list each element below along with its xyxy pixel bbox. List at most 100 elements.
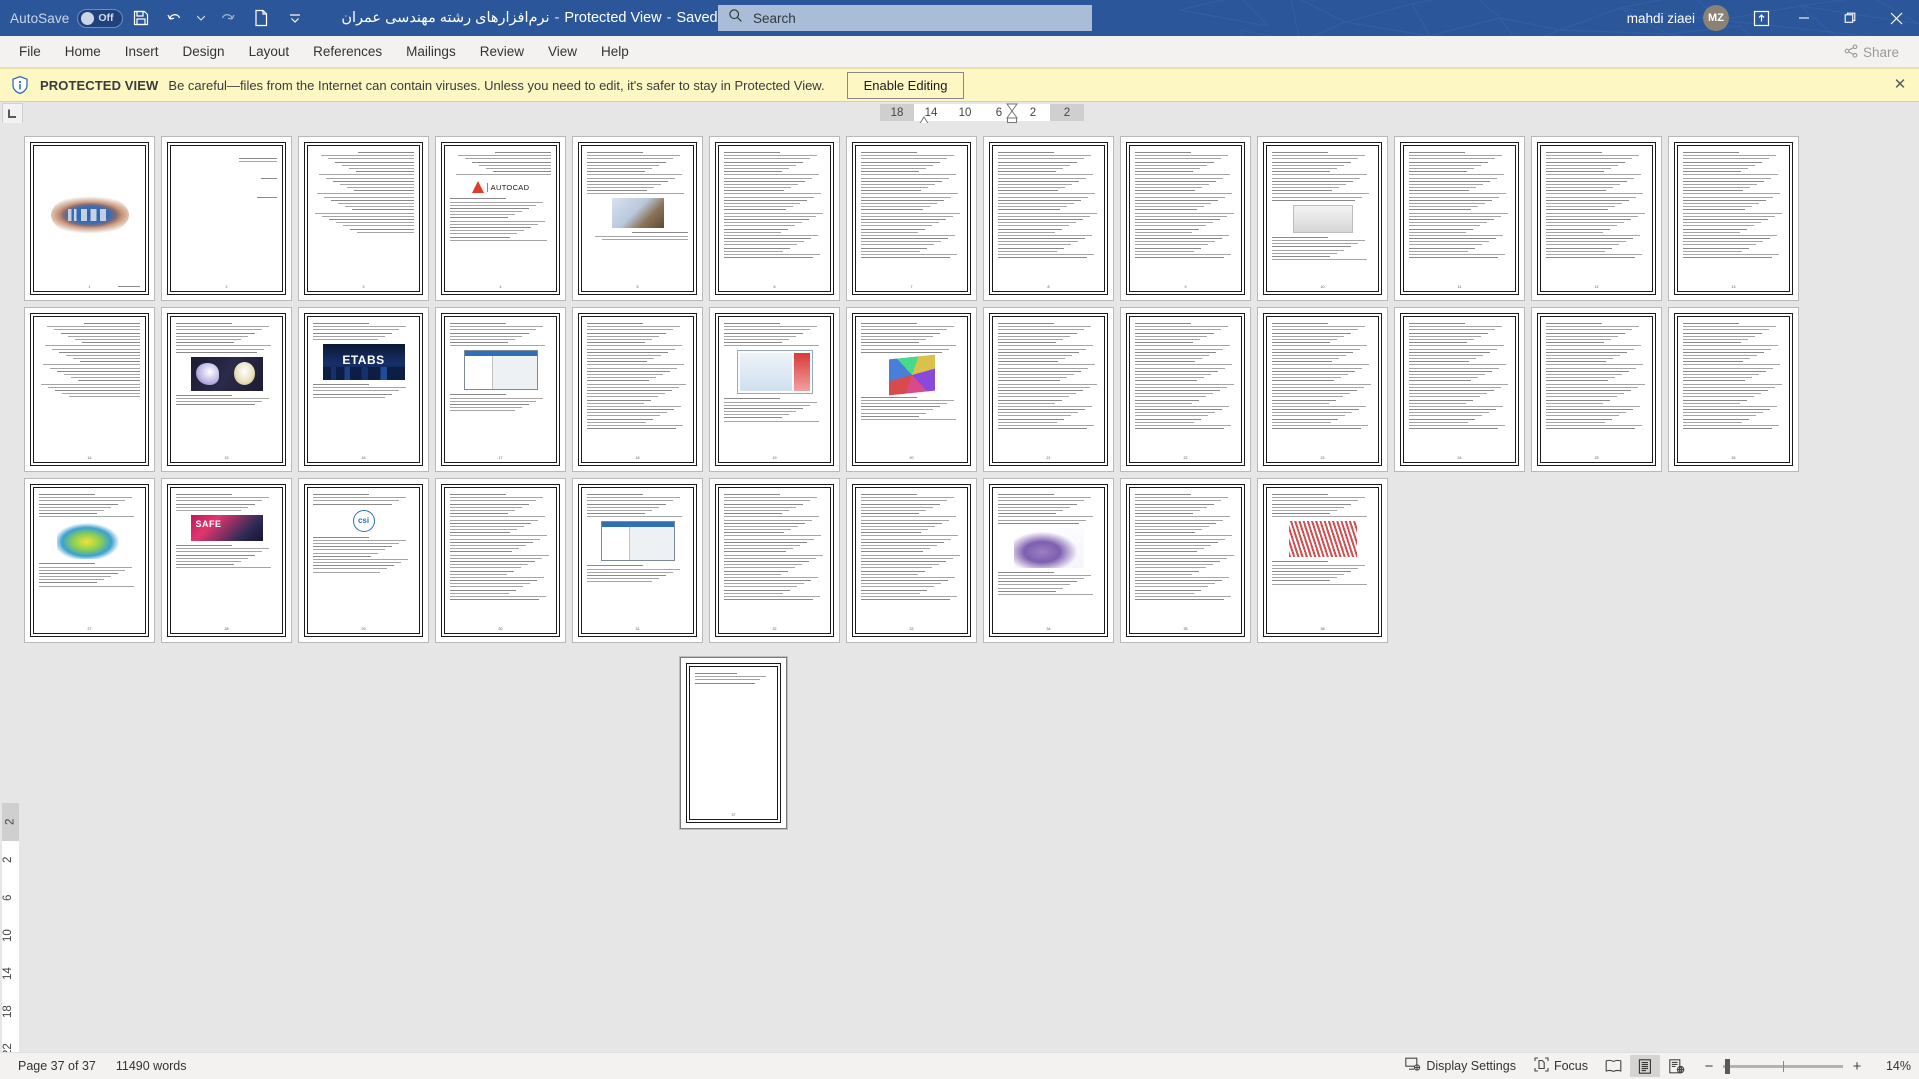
surface-plot-image	[190, 356, 263, 391]
page-thumbnail[interactable]: 36	[1257, 478, 1388, 643]
new-document-icon[interactable]	[245, 3, 277, 33]
redo-icon[interactable]	[211, 3, 243, 33]
tab-layout[interactable]: Layout	[238, 40, 301, 63]
page-thumbnail[interactable]: 31	[572, 478, 703, 643]
page-outer-border: 9	[1126, 142, 1245, 295]
page-thumbnail[interactable]: 34	[983, 478, 1114, 643]
tab-design[interactable]: Design	[172, 40, 236, 63]
read-mode-icon[interactable]	[1598, 1055, 1628, 1077]
page-number: 1	[88, 285, 91, 289]
page-thumbnail[interactable]: 1	[24, 136, 155, 301]
save-icon[interactable]	[125, 3, 157, 33]
page-thumbnail[interactable]: 7	[846, 136, 977, 301]
page-thumbnail[interactable]: 20	[846, 307, 977, 472]
tab-file[interactable]: File	[8, 40, 52, 63]
page-thumbnail[interactable]: 21	[983, 307, 1114, 472]
page-content: 9	[1129, 145, 1242, 292]
ruler-scale[interactable]: 14 10 6 2	[914, 104, 1050, 121]
focus-button[interactable]: Focus	[1526, 1054, 1596, 1078]
ruler-scale[interactable]: 2 6 10 14 18 22	[2, 841, 19, 1052]
display-settings-button[interactable]: Display Settings	[1397, 1054, 1524, 1078]
page-thumbnail[interactable]: 12	[1531, 136, 1662, 301]
page-thumbnail[interactable]: 11	[1394, 136, 1525, 301]
zoom-out-button[interactable]: −	[1702, 1058, 1716, 1075]
page-outer-border: 17	[441, 313, 560, 466]
screenshot-body	[601, 527, 674, 561]
page-thumbnail[interactable]: 30	[435, 478, 566, 643]
word-count[interactable]: 11490 words	[106, 1059, 197, 1073]
web-layout-icon[interactable]	[1662, 1055, 1692, 1077]
zoom-control[interactable]: − + 14%	[1694, 1058, 1911, 1075]
enable-editing-button[interactable]: Enable Editing	[846, 71, 965, 99]
page-thumbnail[interactable]: 37	[680, 657, 787, 829]
page-thumbnail[interactable]: 9	[1120, 136, 1251, 301]
tab-stop-left-icon[interactable]	[2, 103, 23, 124]
page-thumbnail[interactable]: 3	[298, 136, 429, 301]
page-thumbnail[interactable]: 17	[435, 307, 566, 472]
page-thumbnail[interactable]: SAFE 28	[161, 478, 292, 643]
page-thumbnail[interactable]: 10	[1257, 136, 1388, 301]
page-thumbnail[interactable]: ETABS 16	[298, 307, 429, 472]
page-number: 28	[224, 627, 229, 631]
minimize-icon[interactable]	[1781, 0, 1827, 36]
page-number: 23	[1320, 456, 1325, 460]
zoom-slider-thumb[interactable]	[1725, 1058, 1730, 1074]
tab-mailings[interactable]: Mailings	[395, 40, 467, 63]
protected-view-mode-label: Protected View	[564, 10, 662, 26]
zoom-in-button[interactable]: +	[1850, 1058, 1864, 1075]
document-canvas[interactable]: 2 2610141822 26 123AUTOCAD45678910111213…	[0, 123, 1919, 1052]
vertical-ruler[interactable]: 2 2610141822 26	[2, 803, 19, 1052]
tab-review[interactable]: Review	[469, 40, 535, 63]
close-protected-view-bar-icon[interactable]: ✕	[1891, 77, 1909, 95]
page-thumbnail[interactable]: 23	[1257, 307, 1388, 472]
page-thumbnail[interactable]: 35	[1120, 478, 1251, 643]
page-number: 13	[1731, 285, 1736, 289]
tab-view[interactable]: View	[537, 40, 588, 63]
page-thumbnail[interactable]: 5	[572, 136, 703, 301]
page-thumbnail[interactable]: 24	[1394, 307, 1525, 472]
page-thumbnail[interactable]: 33	[846, 478, 977, 643]
blueprint-photo-image	[611, 198, 664, 229]
account-name-label[interactable]: mahdi ziaei	[1627, 11, 1695, 26]
tab-references[interactable]: References	[302, 40, 393, 63]
page-thumbnail[interactable]: 6	[709, 136, 840, 301]
page-content: 2	[170, 145, 283, 292]
page-thumbnail[interactable]: 27	[24, 478, 155, 643]
undo-icon[interactable]	[159, 3, 191, 33]
search-box[interactable]: Search	[718, 5, 1092, 31]
undo-dropdown-caret-icon[interactable]	[193, 3, 209, 33]
page-thumbnail[interactable]: csi 29	[298, 478, 429, 643]
page-thumbnail-grid[interactable]: 1 2 3 AUTOCAD 4 5 6 7 8 9 10 11 12 13 14 15 ETABS 16 17 18 1…	[24, 136, 1895, 829]
page-thumbnail[interactable]: 25	[1531, 307, 1662, 472]
customize-quick-access-toolbar-icon[interactable]	[279, 3, 311, 33]
horizontal-ruler[interactable]: 18 14 10 6 2 2	[880, 104, 1084, 121]
ribbon-display-options-icon[interactable]	[1741, 0, 1781, 36]
autosave-toggle[interactable]: Off	[77, 8, 124, 28]
page-thumbnail[interactable]: 22	[1120, 307, 1251, 472]
close-icon[interactable]	[1873, 0, 1919, 36]
page-thumbnail[interactable]: AUTOCAD 4	[435, 136, 566, 301]
page-thumbnail[interactable]: 13	[1668, 136, 1799, 301]
page-content: 1	[33, 145, 146, 292]
page-outer-border: 1	[30, 142, 149, 295]
page-thumbnail[interactable]: 8	[983, 136, 1114, 301]
zoom-slider[interactable]	[1723, 1058, 1843, 1074]
tab-help[interactable]: Help	[590, 40, 640, 63]
page-thumbnail[interactable]: 15	[161, 307, 292, 472]
print-layout-icon[interactable]	[1630, 1055, 1660, 1077]
restore-icon[interactable]	[1827, 0, 1873, 36]
zoom-level-label[interactable]: 14%	[1871, 1059, 1911, 1073]
avatar[interactable]: MZ	[1703, 5, 1729, 31]
page-outer-border: 10	[1263, 142, 1382, 295]
page-thumbnail[interactable]: 2	[161, 136, 292, 301]
tab-home[interactable]: Home	[54, 40, 112, 63]
page-thumbnail[interactable]: 19	[709, 307, 840, 472]
page-thumbnail[interactable]: 18	[572, 307, 703, 472]
page-indicator[interactable]: Page 37 of 37	[8, 1059, 106, 1073]
share-button[interactable]: Share	[1834, 40, 1909, 65]
page-thumbnail[interactable]: 32	[709, 478, 840, 643]
page-thumbnail[interactable]: 14	[24, 307, 155, 472]
page-number: 15	[224, 456, 229, 460]
page-thumbnail[interactable]: 26	[1668, 307, 1799, 472]
tab-insert[interactable]: Insert	[114, 40, 170, 63]
